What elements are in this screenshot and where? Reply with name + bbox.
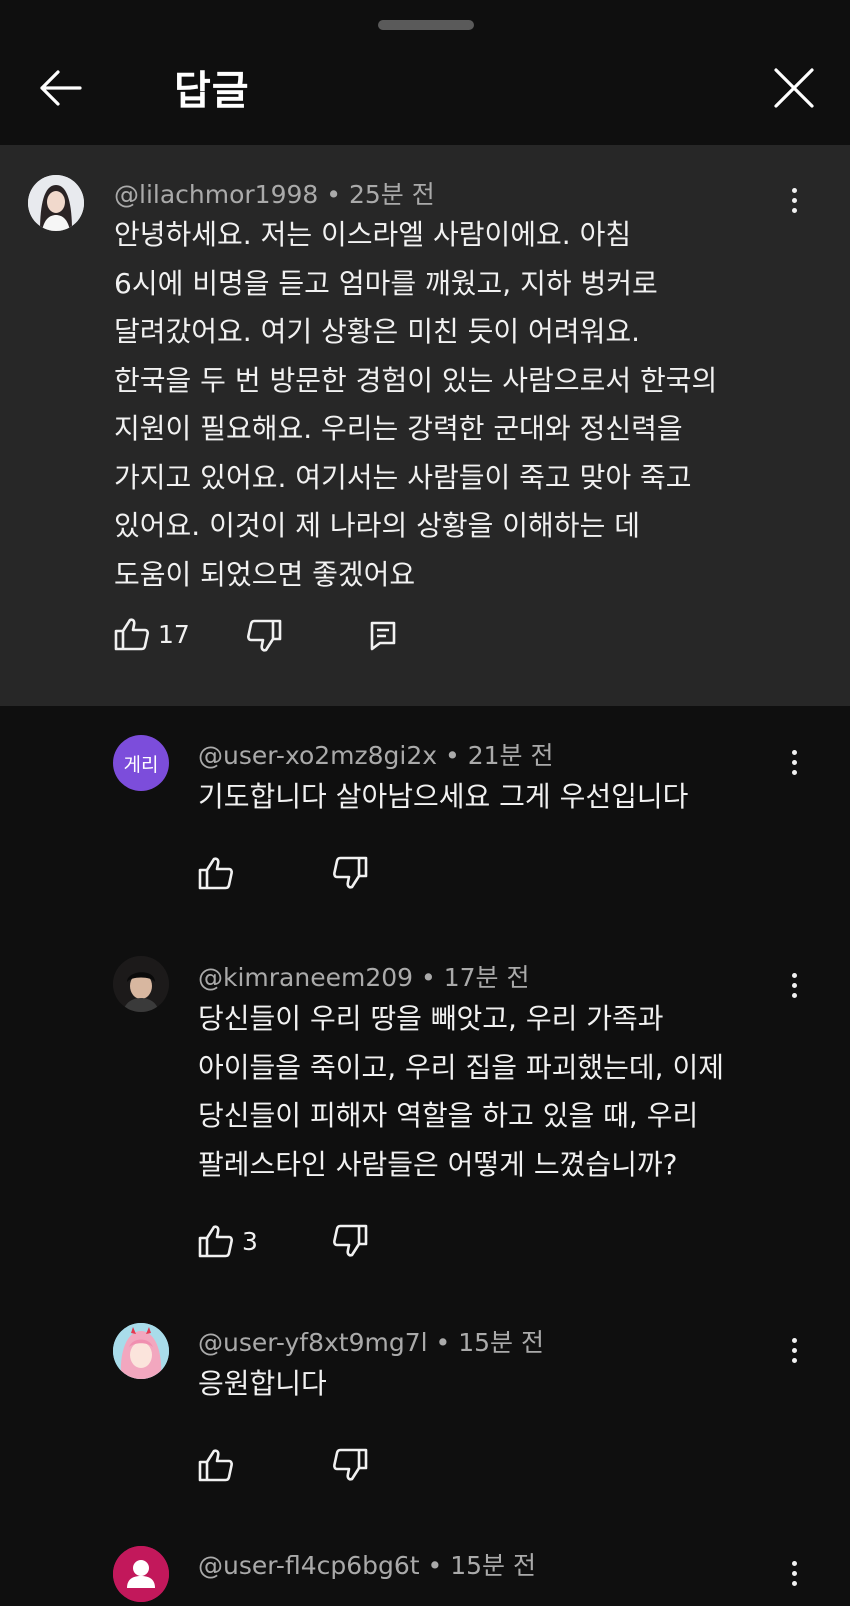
thumbs-up-icon: [198, 857, 233, 890]
thumbs-up-icon: [198, 1449, 233, 1482]
more-options-button[interactable]: [779, 1553, 809, 1593]
comment-author[interactable]: @user-xo2mz8gi2x: [198, 741, 437, 770]
comment-meta: @kimraneem209 • 17분 전: [198, 958, 529, 994]
portrait-avatar-image: [28, 175, 84, 231]
page-title: 답글: [174, 68, 250, 114]
close-icon: [774, 68, 814, 108]
avatar[interactable]: 게리: [113, 735, 169, 791]
like-button[interactable]: [198, 1448, 234, 1482]
thumbs-up-icon: [114, 618, 149, 651]
dislike-button[interactable]: [332, 1448, 368, 1482]
like-count: 17: [158, 619, 190, 649]
comment-time: • 17분 전: [421, 963, 530, 992]
thumbs-down-icon: [333, 856, 368, 889]
like-count: 3: [242, 1226, 258, 1256]
comment-time: • 15분 전: [435, 1328, 544, 1357]
thumbs-down-icon: [333, 1224, 368, 1257]
thumbs-down-icon: [247, 619, 282, 652]
comment-meta: @user-xo2mz8gi2x • 21분 전: [198, 736, 553, 772]
arrow-left-icon: [40, 70, 82, 106]
avatar[interactable]: [28, 175, 84, 231]
anime-avatar-image: [113, 1323, 169, 1379]
thumbs-down-icon: [333, 1448, 368, 1481]
dislike-button[interactable]: [332, 1224, 368, 1258]
like-button[interactable]: [198, 856, 234, 890]
dislike-button[interactable]: [332, 856, 368, 890]
comment-author[interactable]: @user-yf8xt9mg7l: [198, 1328, 428, 1357]
portrait-avatar-image: [113, 956, 169, 1012]
dislike-button[interactable]: [246, 619, 282, 653]
comment-text: 기도합니다 살아남으세요 그게 우선입니다: [198, 780, 689, 813]
comment-text: 당신들이 우리 땅을 빼앗고, 우리 가족과 아이들을 죽이고, 우리 집을 파…: [198, 1002, 724, 1181]
drag-handle[interactable]: [378, 20, 474, 30]
parent-comment: @lilachmor1998 • 25분 전 안녕하세요. 저는 이스라엘 사람…: [0, 145, 850, 706]
default-user-icon: [113, 1546, 169, 1602]
back-button[interactable]: [32, 60, 88, 116]
comment-meta: @user-yf8xt9mg7l • 15분 전: [198, 1323, 544, 1359]
like-button[interactable]: 17: [114, 617, 190, 651]
replies-header: 답글: [0, 0, 850, 144]
comment-time: • 15분 전: [427, 1551, 536, 1580]
avatar-initials: 게리: [123, 753, 159, 776]
comment-meta: @lilachmor1998 • 25분 전: [114, 175, 435, 211]
comment-author[interactable]: @user-fl4cp6bg6t: [198, 1551, 420, 1580]
avatar[interactable]: [113, 1546, 169, 1602]
like-button[interactable]: 3: [198, 1224, 258, 1258]
comment-text: 안녕하세요. 저는 이스라엘 사람이에요. 아침 6시에 비명을 듣고 엄마를 …: [114, 218, 718, 591]
thumbs-up-icon: [198, 1225, 233, 1258]
comment-author[interactable]: @kimraneem209: [198, 963, 413, 992]
avatar[interactable]: [113, 956, 169, 1012]
avatar[interactable]: [113, 1323, 169, 1379]
comment-time: • 21분 전: [445, 741, 554, 770]
comment-time: • 25분 전: [326, 180, 435, 209]
close-button[interactable]: [766, 60, 822, 116]
comment-author[interactable]: @lilachmor1998: [114, 180, 318, 209]
reply-button[interactable]: [370, 621, 396, 651]
comment-meta: @user-fl4cp6bg6t • 15분 전: [198, 1546, 536, 1582]
comment-text: 응원합니다: [198, 1367, 327, 1400]
comment-icon: [370, 621, 396, 651]
